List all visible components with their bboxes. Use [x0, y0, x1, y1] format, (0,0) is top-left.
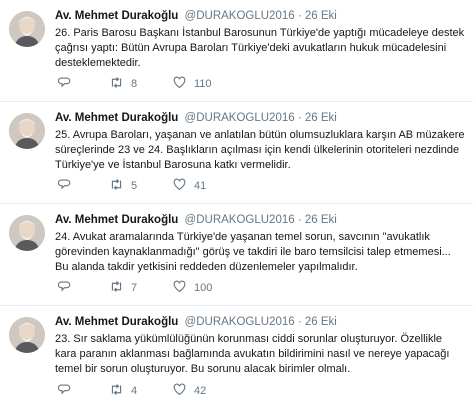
retweet-icon [110, 280, 123, 296]
retweet-count: 7 [131, 282, 138, 294]
retweet-icon [110, 178, 123, 194]
author-handle[interactable]: @DURAKOGLU2016 [185, 214, 295, 226]
tweet-text: 24. Avukat aramalarında Türkiye'de yaşan… [55, 231, 451, 274]
tweet-header: Av. Mehmet Durakoğlu @DURAKOGLU2016 · 26… [55, 315, 465, 330]
separator-dot: · [297, 316, 302, 328]
reply-button[interactable] [57, 178, 110, 194]
like-count: 100 [194, 282, 213, 294]
tweet[interactable]: Av. Mehmet Durakoğlu @DURAKOGLU2016 · 26… [0, 204, 473, 306]
heart-icon [173, 178, 186, 194]
heart-icon [173, 280, 186, 296]
author-name[interactable]: Av. Mehmet Durakoğlu [55, 10, 178, 22]
author-handle[interactable]: @DURAKOGLU2016 [185, 316, 295, 328]
retweet-button[interactable]: 4 [110, 383, 173, 399]
tweet-actions: 4 42 [57, 383, 253, 399]
avatar[interactable] [9, 113, 45, 149]
tweet-text: 23. Sır saklama yükümlülüğünün korunması… [55, 333, 450, 376]
tweet-actions: 7 100 [57, 280, 253, 296]
author-name[interactable]: Av. Mehmet Durakoğlu [55, 112, 178, 124]
tweet-header: Av. Mehmet Durakoğlu @DURAKOGLU2016 · 26… [55, 111, 465, 126]
tweet-date[interactable]: 26 Eki [305, 10, 337, 22]
avatar[interactable] [9, 11, 45, 47]
like-button[interactable]: 42 [173, 383, 253, 399]
avatar[interactable] [9, 317, 45, 353]
tweet-header: Av. Mehmet Durakoğlu @DURAKOGLU2016 · 26… [55, 9, 465, 24]
author-name[interactable]: Av. Mehmet Durakoğlu [55, 316, 178, 328]
tweet[interactable]: Av. Mehmet Durakoğlu @DURAKOGLU2016 · 26… [0, 306, 473, 408]
retweet-icon [110, 383, 123, 399]
reply-button[interactable] [57, 280, 110, 296]
like-button[interactable]: 41 [173, 178, 253, 194]
like-count: 41 [194, 180, 207, 192]
retweet-count: 8 [131, 78, 138, 90]
avatar[interactable] [9, 215, 45, 251]
reply-button[interactable] [57, 76, 110, 92]
tweet-header: Av. Mehmet Durakoğlu @DURAKOGLU2016 · 26… [55, 213, 465, 228]
retweet-count: 4 [131, 385, 138, 397]
heart-icon [173, 76, 186, 92]
like-button[interactable]: 100 [173, 280, 253, 296]
author-handle[interactable]: @DURAKOGLU2016 [185, 112, 295, 124]
like-button[interactable]: 110 [173, 76, 253, 92]
tweet-feed: Av. Mehmet Durakoğlu @DURAKOGLU2016 · 26… [0, 0, 473, 409]
reply-icon [57, 383, 71, 399]
like-count: 42 [194, 385, 207, 397]
reply-icon [57, 178, 71, 194]
reply-icon [57, 280, 71, 296]
reply-icon [57, 76, 71, 92]
retweet-count: 5 [131, 180, 138, 192]
tweet[interactable]: Av. Mehmet Durakoğlu @DURAKOGLU2016 · 26… [0, 102, 473, 204]
retweet-button[interactable]: 5 [110, 178, 173, 194]
retweet-button[interactable]: 7 [110, 280, 173, 296]
tweet-actions: 5 41 [57, 178, 253, 194]
tweet[interactable]: Av. Mehmet Durakoğlu @DURAKOGLU2016 · 26… [0, 0, 473, 102]
tweet-date[interactable]: 26 Eki [305, 112, 337, 124]
retweet-button[interactable]: 8 [110, 76, 173, 92]
tweet-actions: 8 110 [57, 76, 253, 92]
retweet-icon [110, 76, 123, 92]
tweet-text: 26. Paris Barosu Başkanı İstanbul Barosu… [55, 27, 465, 70]
separator-dot: · [297, 10, 302, 22]
separator-dot: · [297, 112, 302, 124]
heart-icon [173, 383, 186, 399]
tweet-date[interactable]: 26 Eki [305, 316, 337, 328]
like-count: 110 [194, 78, 212, 90]
author-handle[interactable]: @DURAKOGLU2016 [185, 10, 295, 22]
author-name[interactable]: Av. Mehmet Durakoğlu [55, 214, 178, 226]
reply-button[interactable] [57, 383, 110, 399]
separator-dot: · [297, 214, 302, 226]
tweet-text: 25. Avrupa Baroları, yaşanan ve anlatıla… [55, 129, 465, 172]
tweet-date[interactable]: 26 Eki [305, 214, 337, 226]
